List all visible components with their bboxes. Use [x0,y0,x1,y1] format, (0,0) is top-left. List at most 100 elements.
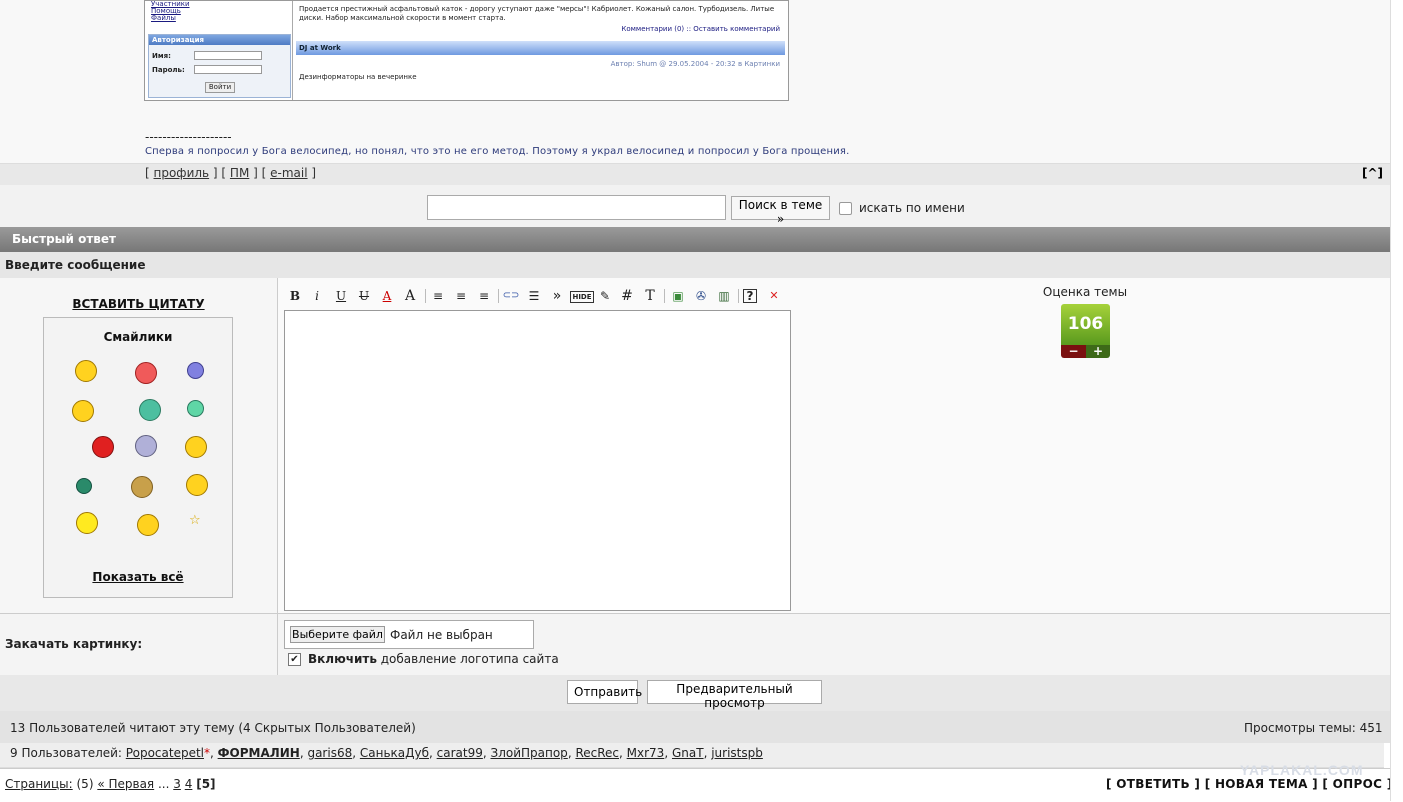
user-link[interactable]: СанькаДуб [360,746,429,760]
editor-toolbar: B i U U A A ≡ ≡ ≡ ⊂⊃ ☰ » HIDE ✎ # T ▣ ✇ … [284,283,787,309]
close-icon[interactable]: ✕ [765,287,783,305]
image-icon[interactable]: ▣ [669,287,687,305]
font-icon[interactable]: T [641,287,659,305]
new-topic-button[interactable]: [ НОВАЯ ТЕМА ] [1205,777,1318,791]
rating-plus-button[interactable]: + [1086,345,1110,358]
smiley-jump-icon[interactable] [76,512,98,534]
font-size-icon[interactable]: A [401,287,419,305]
page-4-link[interactable]: 4 [185,777,193,791]
smiley-cool-icon[interactable] [75,360,97,382]
email-link[interactable]: e-mail [270,166,307,180]
bold-icon[interactable]: B [286,287,304,305]
align-right-icon[interactable]: ≡ [475,287,493,305]
embedded-auth-title: Авторизация [149,35,290,45]
signature-separator: -------------------- [145,130,232,144]
list-icon[interactable]: ☰ [525,287,543,305]
smiley-shock-icon[interactable] [137,514,159,536]
search-in-topic-button[interactable]: Поиск в теме » [731,196,830,226]
embedded-news-body: Дезинформаторы на вечеринке [299,73,417,81]
poll-button[interactable]: [ ОПРОС ] [1322,777,1392,791]
smiley-thumbsup-icon[interactable] [72,400,94,422]
embedded-password-label: Пароль: [152,66,185,74]
smiley-dance-icon[interactable] [185,436,207,458]
search-by-name-checkbox[interactable] [839,202,852,215]
smiley-bag-icon[interactable] [131,476,153,498]
logo-label-bold: Включить [308,652,377,666]
user-link[interactable]: juristspb [711,746,763,760]
reply-button[interactable]: [ ОТВЕТИТЬ ] [1106,777,1200,791]
video-icon[interactable]: ▥ [715,287,733,305]
edit-icon[interactable]: ✎ [596,287,614,305]
page-3-link[interactable]: 3 [173,777,181,791]
pm-link[interactable]: ПМ [230,166,249,180]
send-button[interactable]: Отправить [567,680,642,704]
italic-icon[interactable]: i [308,287,326,305]
quick-reply-header [0,227,1390,252]
rating-minus-button[interactable]: − [1061,345,1086,358]
user-link[interactable]: carat99 [437,746,483,760]
toolbar-separator [664,289,665,303]
font-color-icon[interactable]: A [378,287,396,305]
embedded-news-title: DJ at Work [296,41,785,55]
smiley-ghost-icon[interactable] [135,435,157,457]
underline-icon[interactable]: U [332,287,350,305]
logo-label-rest: добавление логотипа сайта [376,652,559,666]
embedded-name-field [194,51,262,60]
smiley-cheer-icon[interactable] [186,474,208,496]
users-prefix: 9 Пользователей: [10,746,126,760]
site-watermark: YAPLAKAL.COM [1240,762,1364,778]
show-all-smilies-link[interactable]: Показать всё [43,570,233,584]
hide-icon[interactable]: HIDE [570,291,594,303]
upload-label: Закачать картинку: [5,637,143,651]
media-icon[interactable]: ✇ [692,287,710,305]
readers-summary: 13 Пользователей читают эту тему (4 Скры… [10,721,416,735]
smilies-title: Смайлики [103,330,173,344]
insert-quote-link[interactable]: ВСТАВИТЬ ЦИТАТУ [0,297,277,311]
toolbar-separator [738,289,739,303]
smiley-green-icon[interactable] [187,400,204,417]
code-icon[interactable]: # [618,287,636,305]
first-page-link[interactable]: « Первая [97,777,154,791]
smiley-pacman-icon[interactable] [76,478,92,494]
link-icon[interactable]: ⊂⊃ [502,287,520,305]
user-link[interactable]: ЗлойПрапор [491,746,568,760]
smiley-star-icon[interactable]: ☆ [189,513,201,528]
user-link[interactable]: Mxr73 [627,746,665,760]
embedded-links: Участники Помощь Файлы [151,1,190,22]
pages-link[interactable]: Страницы: [5,777,73,791]
embedded-login-button: Войти [205,82,235,93]
strike-icon[interactable]: U [355,287,373,305]
align-left-icon[interactable]: ≡ [429,287,447,305]
embedded-auth-box: Авторизация Имя: Пароль: Войти [148,34,291,98]
embedded-news: Продается престижный асфальтовый каток -… [295,1,785,100]
page-count: (5) [76,777,94,791]
quote-icon[interactable]: » [548,287,566,305]
message-textarea[interactable] [284,310,791,611]
embedded-comments-link: Комментарии (0) :: Оставить комментарий [621,25,780,33]
smiley-gun-icon[interactable] [139,399,161,421]
profile-link[interactable]: профиль [154,166,210,180]
rating-value: 106 [1061,304,1110,345]
smiley-love-icon[interactable] [135,362,157,384]
scroll-to-top-link[interactable]: [^] [1362,166,1383,180]
align-center-icon[interactable]: ≡ [452,287,470,305]
help-icon[interactable]: ? [743,289,757,303]
embedded-screenshot-image: Участники Помощь Файлы Авторизация Имя: … [144,0,789,101]
smilies-panel [43,317,233,598]
smiley-fight-icon[interactable] [92,436,114,458]
user-link[interactable]: Popocatepetl [126,746,204,760]
user-link[interactable]: ФОРМАЛИН [218,746,300,760]
search-input[interactable] [427,195,726,220]
page-edge [1390,0,1403,801]
enter-message-label: Введите сообщение [5,258,146,272]
embedded-link: Файлы [151,14,176,22]
enter-message-bar [0,252,1390,279]
user-link[interactable]: garis68 [307,746,352,760]
smiley-sleepy-icon[interactable] [187,362,204,379]
user-link[interactable]: RecRec [575,746,619,760]
user-link[interactable]: GnaT [672,746,704,760]
choose-file-button[interactable]: Выберите файл [290,626,385,643]
logo-checkbox[interactable]: ✔ [288,653,301,666]
post-links: [ профиль ] [ ПМ ] [ e-mail ] [145,166,317,180]
preview-button[interactable]: Предварительный просмотр [647,680,822,710]
